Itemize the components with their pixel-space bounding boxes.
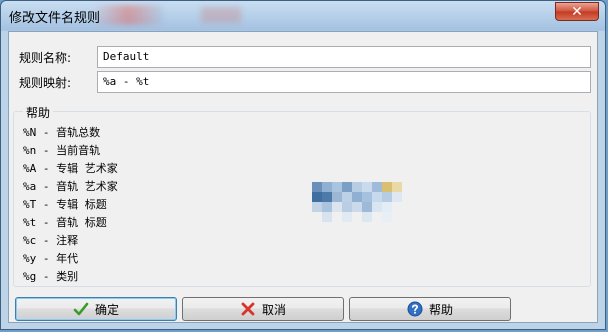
blurred-background-area	[93, 5, 163, 25]
window-title: 修改文件名规则	[9, 11, 101, 26]
help-group-title: 帮助	[23, 104, 54, 121]
ok-button[interactable]: 确定	[15, 297, 177, 321]
help-item: %n - 当前音轨	[23, 144, 101, 157]
title-bar[interactable]: 修改文件名规则 ✕	[1, 1, 605, 30]
help-item: %N - 音轨总数	[23, 126, 101, 139]
ok-button-label: 确定	[94, 302, 119, 317]
check-icon	[73, 302, 89, 316]
close-icon: ✕	[571, 3, 583, 20]
rule-name-input[interactable]: Default	[97, 46, 591, 68]
cancel-button-label: 取消	[261, 302, 286, 317]
button-bar: 确定 取消 帮助	[9, 297, 597, 323]
dialog-content: 规则名称: Default 规则映射: %a - %t 帮助 %N - 音轨总数…	[8, 31, 598, 323]
help-item: %T - 专辑 标题	[23, 198, 107, 211]
dialog-window: 修改文件名规则 ✕ 规则名称: Default 规则映射: %a - %t 帮助…	[0, 0, 606, 330]
help-button[interactable]: 帮助	[349, 297, 511, 321]
close-button[interactable]: ✕	[555, 2, 599, 21]
rule-name-row: 规则名称: Default	[9, 46, 597, 68]
help-item: %y - 年代	[23, 252, 79, 265]
rule-mapping-input[interactable]: %a - %t	[97, 71, 591, 93]
help-item: %c - 注释	[23, 234, 79, 247]
help-button-label: 帮助	[428, 302, 453, 317]
x-icon	[241, 302, 255, 316]
rule-mapping-label: 规则映射:	[19, 76, 72, 90]
pixelated-logo	[312, 182, 402, 222]
help-item: %g - 类别	[23, 270, 79, 283]
rule-mapping-row: 规则映射: %a - %t	[9, 71, 597, 93]
cancel-button[interactable]: 取消	[182, 297, 344, 321]
help-item: %A - 专辑 艺术家	[23, 162, 118, 175]
help-list: %N - 音轨总数 %n - 当前音轨 %A - 专辑 艺术家 %a - 音轨 …	[23, 124, 118, 286]
help-item: %a - 音轨 艺术家	[23, 180, 118, 193]
question-icon	[407, 301, 423, 317]
help-item: %t - 音轨 标题	[23, 216, 107, 229]
rule-name-label: 规则名称:	[19, 51, 72, 65]
blurred-background-area	[201, 7, 241, 23]
